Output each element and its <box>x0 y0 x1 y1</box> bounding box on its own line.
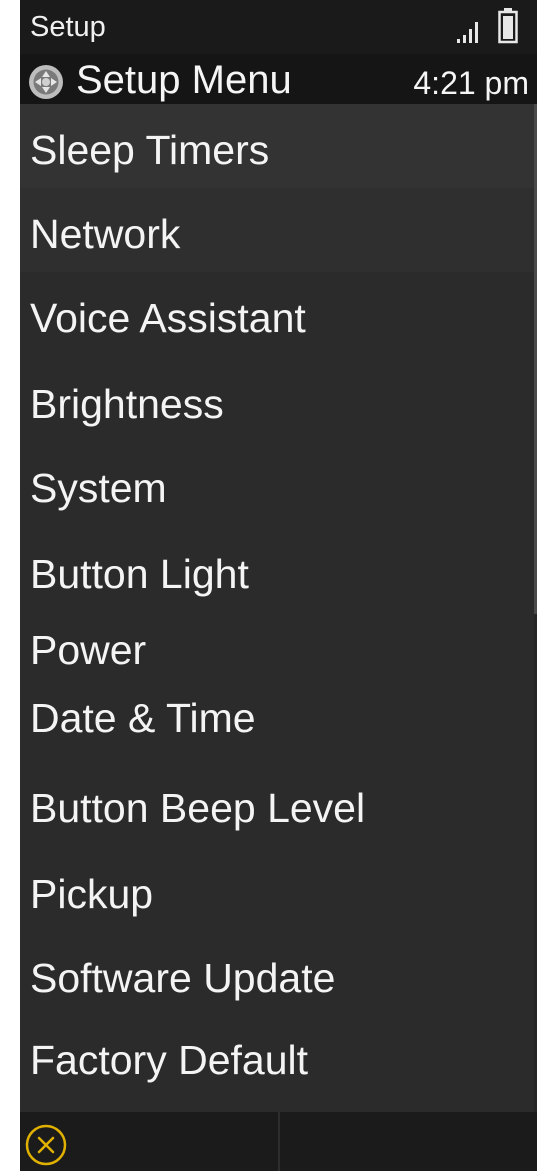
clock: 4:21 pm <box>413 65 529 101</box>
menu-icon <box>29 65 63 99</box>
menu-item-system[interactable]: System <box>20 442 537 528</box>
close-icon[interactable] <box>25 1124 67 1166</box>
menu-item-button-light[interactable]: Button Light <box>20 528 537 614</box>
menu-item-label: Software Update <box>30 955 336 1001</box>
menu-item-button-beep-level[interactable]: Button Beep Level <box>20 766 537 852</box>
menu-item-label: Pickup <box>30 871 154 917</box>
status-bar: Setup <box>20 0 537 54</box>
menu-item-brightness[interactable]: Brightness <box>20 358 537 442</box>
menu-item-label: Voice Assistant <box>30 295 306 341</box>
menu-item-date-time[interactable]: Date & Time <box>20 680 537 766</box>
setup-menu-list: Sleep Timers Network Voice Assistant Bri… <box>20 104 537 1112</box>
menu-item-label: Button Light <box>30 551 249 597</box>
page-title: Setup Menu <box>76 58 292 102</box>
menu-item-voice-assistant[interactable]: Voice Assistant <box>20 272 537 358</box>
menu-item-label: Network <box>30 211 181 257</box>
signal-icon <box>457 22 478 43</box>
menu-item-label: Power <box>30 627 147 673</box>
menu-item-label: Brightness <box>30 381 224 427</box>
menu-item-label: Sleep Timers <box>30 127 270 173</box>
menu-item-software-update[interactable]: Software Update <box>20 938 537 1024</box>
menu-item-label: Date & Time <box>30 695 256 741</box>
bottom-bar-divider <box>278 1112 280 1171</box>
menu-item-power[interactable]: Power <box>20 614 537 680</box>
status-title: Setup <box>30 11 106 43</box>
header-bar: Setup Menu 4:21 pm <box>20 54 537 104</box>
scrollbar-thumb[interactable] <box>534 104 537 614</box>
menu-item-pickup[interactable]: Pickup <box>20 852 537 938</box>
menu-item-label: System <box>30 465 167 511</box>
device-screen: Setup Setup Menu 4:21 pm Sleep Timers Ne… <box>20 0 537 1171</box>
menu-item-label: Button Beep Level <box>30 785 366 831</box>
menu-item-network[interactable]: Network <box>20 188 537 272</box>
battery-icon <box>498 8 518 44</box>
menu-item-sleep-timers[interactable]: Sleep Timers <box>20 104 537 188</box>
menu-item-factory-default[interactable]: Factory Default <box>20 1024 537 1112</box>
bottom-bar <box>20 1112 537 1171</box>
menu-item-label: Factory Default <box>30 1037 308 1083</box>
